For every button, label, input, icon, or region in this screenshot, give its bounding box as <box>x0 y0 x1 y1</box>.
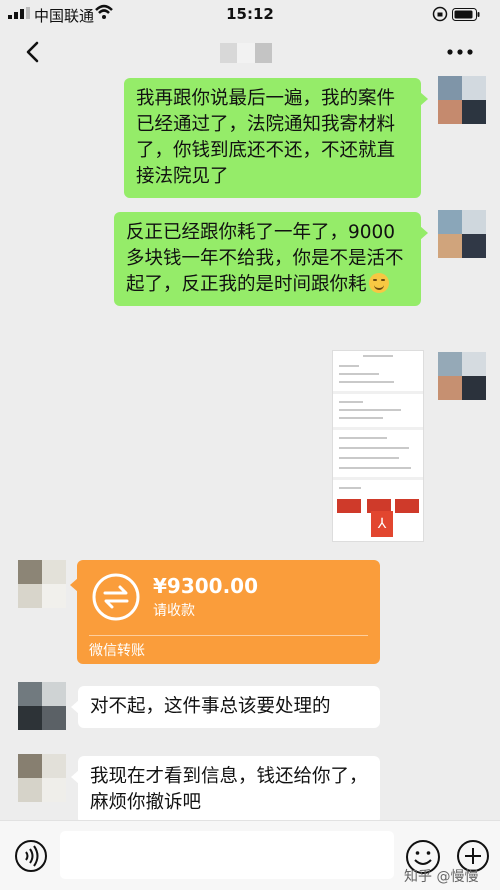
rotation-lock-icon <box>432 6 448 22</box>
watermark: 知乎 @慢慢 <box>404 869 479 885</box>
avatar-contact[interactable] <box>18 754 66 802</box>
smile-emoji-icon <box>368 273 389 293</box>
transfer-status: 请收款 <box>153 603 195 619</box>
voice-icon[interactable] <box>14 839 48 873</box>
image-message[interactable]: ⅄ <box>332 350 424 542</box>
message-text: 我再跟你说最后一遍，我的案件已经通过了，法院通知我寄材料了，你钱到底还不还，不还… <box>136 88 396 187</box>
message-list[interactable]: 我再跟你说最后一遍，我的案件已经通过了，法院通知我寄材料了，你钱到底还不还，不还… <box>0 76 500 820</box>
chat-header <box>0 28 500 76</box>
pdf-icon: ⅄ <box>371 511 393 537</box>
transfer-icon <box>92 573 140 621</box>
message-bubble-sent[interactable]: 我再跟你说最后一遍，我的案件已经通过了，法院通知我寄材料了，你钱到底还不还，不还… <box>124 78 428 198</box>
avatar-self[interactable] <box>438 210 486 258</box>
avatar-self[interactable] <box>438 352 486 400</box>
more-icon[interactable] <box>444 42 476 62</box>
status-bar: 中国联通 15:12 <box>0 0 500 28</box>
chat-title-blurred <box>220 43 272 63</box>
transfer-amount: ¥9300.00 <box>153 574 259 598</box>
transfer-footer: 微信转账 <box>89 643 145 659</box>
back-icon[interactable] <box>20 38 48 66</box>
status-time: 15:12 <box>226 5 274 23</box>
message-bubble-sent[interactable]: 反正已经跟你耗了一年了，9000多块钱一年不给我，你是不是活不起了，反正我的是时… <box>114 212 428 306</box>
message-input[interactable] <box>60 831 394 879</box>
avatar-self[interactable] <box>438 76 486 124</box>
input-bar: 知乎 @慢慢 <box>0 820 500 890</box>
avatar-contact[interactable] <box>18 682 66 730</box>
message-bubble-received[interactable]: 对不起，这件事总该要处理的 <box>71 686 380 728</box>
avatar-contact[interactable] <box>18 560 66 608</box>
battery-icon <box>452 8 480 21</box>
transfer-card[interactable]: ¥9300.00 请收款 微信转账 <box>70 560 380 664</box>
message-text: 我现在才看到信息，钱还给你了，麻烦你撤诉吧 <box>90 766 368 813</box>
message-text: 反正已经跟你耗了一年了，9000多块钱一年不给我，你是不是活不起了，反正我的是时… <box>126 222 404 295</box>
message-bubble-received[interactable]: 我现在才看到信息，钱还给你了，麻烦你撤诉吧 <box>71 756 380 820</box>
transfer-divider <box>89 635 368 636</box>
message-text: 对不起，这件事总该要处理的 <box>90 696 331 717</box>
